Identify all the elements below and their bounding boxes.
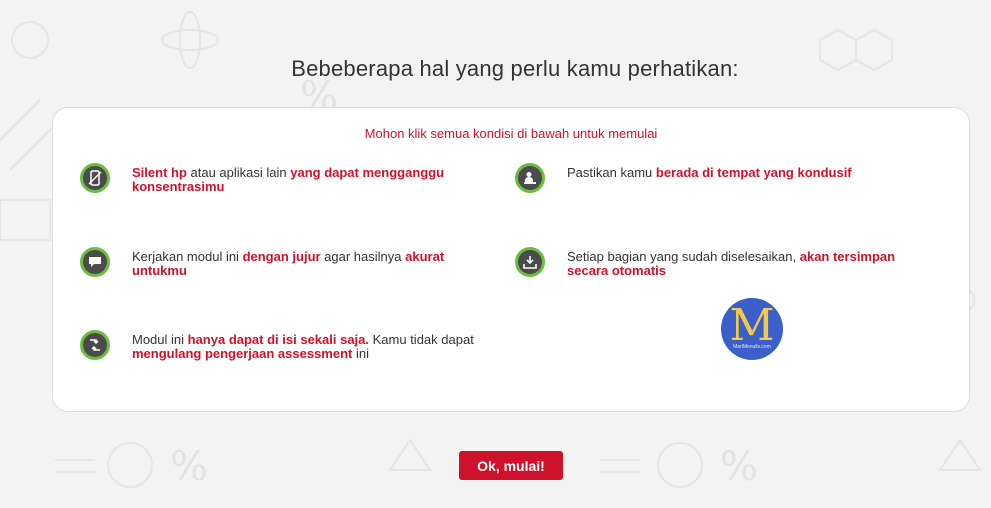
svg-text:%: % [720,444,758,490]
conditions-card: Mohon klik semua kondisi di bawah untuk … [52,107,970,412]
plain-text: atau aplikasi lain [186,165,291,180]
instruction-text: Mohon klik semua kondisi di bawah untuk … [364,126,658,141]
plain-text: Pastikan kamu [567,165,656,180]
plain-text: Kamu tidak dapat [369,332,474,347]
watermark-caption: MariMenulis.com [733,344,771,350]
start-button[interactable]: Ok, mulai! [459,451,563,480]
page-title: Bebeberapa hal yang perlu kamu perhatika… [291,56,739,81]
plain-text: ini [352,346,369,361]
person-desk-icon [515,163,545,193]
no-repeat-icon [80,330,110,360]
plain-text: Setiap bagian yang sudah diselesaikan, [567,249,800,264]
condition-text: Modul ini hanya dapat di isi sekali saja… [132,333,487,361]
svg-text:%: % [170,444,208,490]
plain-text: agar hasilnya [320,249,406,264]
condition-text: Pastikan kamu berada di tempat yang kond… [567,166,922,180]
highlight-text: mengulang pengerjaan assessment [132,346,353,361]
highlight-text: Silent hp [132,165,187,180]
condition-text: Kerjakan modul ini dengan jujur agar has… [132,250,487,278]
watermark-logo: M MariMenulis.com [721,298,783,360]
chat-icon [80,247,110,277]
plain-text: Kerjakan modul ini [132,249,243,264]
condition-text: Setiap bagian yang sudah diselesaikan, a… [567,250,922,278]
highlight-text: dengan jujur [242,249,321,264]
highlight-text: hanya dapat di isi sekali saja. [187,332,370,347]
save-download-icon [515,247,545,277]
plain-text: Modul ini [132,332,188,347]
condition-text: Silent hp atau aplikasi lain yang dapat … [132,166,487,194]
phone-icon [80,163,110,193]
highlight-text: berada di tempat yang kondusif [655,165,852,180]
